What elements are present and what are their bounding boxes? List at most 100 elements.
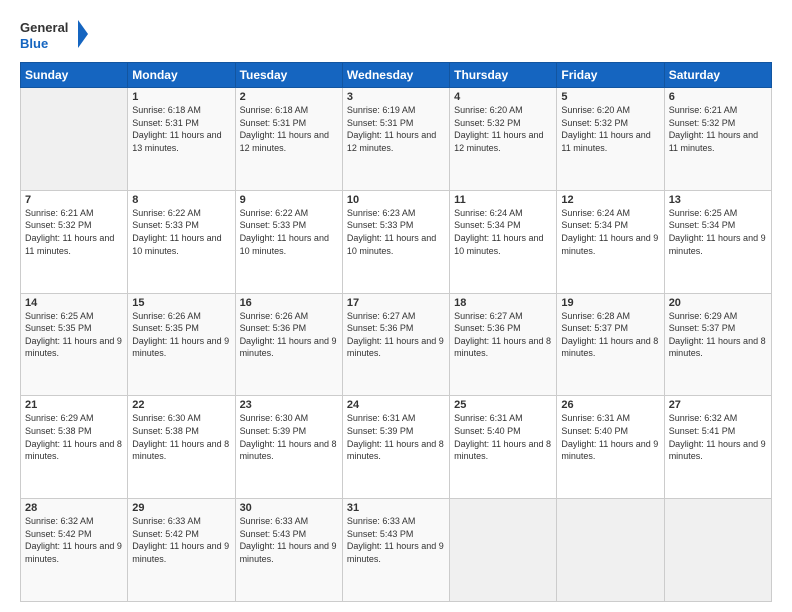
day-of-week-header: Thursday: [450, 63, 557, 88]
calendar-cell: 30Sunrise: 6:33 AMSunset: 5:43 PMDayligh…: [235, 499, 342, 602]
day-number: 22: [132, 399, 230, 411]
calendar-cell: 18Sunrise: 6:27 AMSunset: 5:36 PMDayligh…: [450, 293, 557, 396]
day-number: 29: [132, 502, 230, 514]
calendar-cell: 14Sunrise: 6:25 AMSunset: 5:35 PMDayligh…: [21, 293, 128, 396]
calendar-cell: 16Sunrise: 6:26 AMSunset: 5:36 PMDayligh…: [235, 293, 342, 396]
day-of-week-header: Wednesday: [342, 63, 449, 88]
calendar-cell: 15Sunrise: 6:26 AMSunset: 5:35 PMDayligh…: [128, 293, 235, 396]
calendar-cell: 28Sunrise: 6:32 AMSunset: 5:42 PMDayligh…: [21, 499, 128, 602]
calendar-table: SundayMondayTuesdayWednesdayThursdayFrid…: [20, 62, 772, 602]
calendar-cell: 29Sunrise: 6:33 AMSunset: 5:42 PMDayligh…: [128, 499, 235, 602]
cell-content: Sunrise: 6:26 AMSunset: 5:36 PMDaylight:…: [240, 310, 338, 360]
day-number: 28: [25, 502, 123, 514]
day-number: 1: [132, 91, 230, 103]
calendar-cell: 25Sunrise: 6:31 AMSunset: 5:40 PMDayligh…: [450, 396, 557, 499]
day-number: 6: [669, 91, 767, 103]
day-number: 14: [25, 297, 123, 309]
general-blue-logo-icon: General Blue: [20, 16, 90, 54]
day-number: 8: [132, 194, 230, 206]
calendar-cell: 17Sunrise: 6:27 AMSunset: 5:36 PMDayligh…: [342, 293, 449, 396]
calendar-cell: 24Sunrise: 6:31 AMSunset: 5:39 PMDayligh…: [342, 396, 449, 499]
day-number: 15: [132, 297, 230, 309]
cell-content: Sunrise: 6:22 AMSunset: 5:33 PMDaylight:…: [240, 207, 338, 257]
cell-content: Sunrise: 6:27 AMSunset: 5:36 PMDaylight:…: [454, 310, 552, 360]
calendar-cell: 5Sunrise: 6:20 AMSunset: 5:32 PMDaylight…: [557, 88, 664, 191]
calendar-cell: 20Sunrise: 6:29 AMSunset: 5:37 PMDayligh…: [664, 293, 771, 396]
day-number: 12: [561, 194, 659, 206]
day-number: 7: [25, 194, 123, 206]
calendar-cell: 21Sunrise: 6:29 AMSunset: 5:38 PMDayligh…: [21, 396, 128, 499]
cell-content: Sunrise: 6:27 AMSunset: 5:36 PMDaylight:…: [347, 310, 445, 360]
cell-content: Sunrise: 6:31 AMSunset: 5:39 PMDaylight:…: [347, 412, 445, 462]
calendar-cell: 26Sunrise: 6:31 AMSunset: 5:40 PMDayligh…: [557, 396, 664, 499]
cell-content: Sunrise: 6:31 AMSunset: 5:40 PMDaylight:…: [561, 412, 659, 462]
cell-content: Sunrise: 6:33 AMSunset: 5:43 PMDaylight:…: [240, 515, 338, 565]
calendar-cell: 31Sunrise: 6:33 AMSunset: 5:43 PMDayligh…: [342, 499, 449, 602]
day-number: 10: [347, 194, 445, 206]
day-number: 26: [561, 399, 659, 411]
calendar-cell: [21, 88, 128, 191]
logo: General Blue: [20, 16, 90, 54]
svg-text:Blue: Blue: [20, 36, 48, 51]
day-number: 19: [561, 297, 659, 309]
cell-content: Sunrise: 6:30 AMSunset: 5:38 PMDaylight:…: [132, 412, 230, 462]
cell-content: Sunrise: 6:30 AMSunset: 5:39 PMDaylight:…: [240, 412, 338, 462]
calendar-cell: 3Sunrise: 6:19 AMSunset: 5:31 PMDaylight…: [342, 88, 449, 191]
calendar-cell: [557, 499, 664, 602]
day-number: 23: [240, 399, 338, 411]
calendar-cell: 8Sunrise: 6:22 AMSunset: 5:33 PMDaylight…: [128, 190, 235, 293]
calendar-cell: 1Sunrise: 6:18 AMSunset: 5:31 PMDaylight…: [128, 88, 235, 191]
cell-content: Sunrise: 6:32 AMSunset: 5:42 PMDaylight:…: [25, 515, 123, 565]
day-number: 16: [240, 297, 338, 309]
cell-content: Sunrise: 6:21 AMSunset: 5:32 PMDaylight:…: [25, 207, 123, 257]
cell-content: Sunrise: 6:28 AMSunset: 5:37 PMDaylight:…: [561, 310, 659, 360]
calendar-week-row: 14Sunrise: 6:25 AMSunset: 5:35 PMDayligh…: [21, 293, 772, 396]
day-number: 11: [454, 194, 552, 206]
day-number: 13: [669, 194, 767, 206]
calendar-cell: 27Sunrise: 6:32 AMSunset: 5:41 PMDayligh…: [664, 396, 771, 499]
cell-content: Sunrise: 6:33 AMSunset: 5:43 PMDaylight:…: [347, 515, 445, 565]
calendar-week-row: 1 Sunrise: 6:18 AMSunset: 5:31 PMDaylight…: [21, 88, 772, 191]
day-number: 21: [25, 399, 123, 411]
cell-content: Sunrise: 6:22 AMSunset: 5:33 PMDaylight:…: [132, 207, 230, 257]
header: General Blue: [20, 16, 772, 54]
calendar-cell: 13Sunrise: 6:25 AMSunset: 5:34 PMDayligh…: [664, 190, 771, 293]
calendar-cell: 19Sunrise: 6:28 AMSunset: 5:37 PMDayligh…: [557, 293, 664, 396]
day-number: 4: [454, 91, 552, 103]
svg-text:General: General: [20, 20, 68, 35]
calendar-cell: 23Sunrise: 6:30 AMSunset: 5:39 PMDayligh…: [235, 396, 342, 499]
day-of-week-header: Sunday: [21, 63, 128, 88]
calendar-cell: 6Sunrise: 6:21 AMSunset: 5:32 PMDaylight…: [664, 88, 771, 191]
cell-content: Sunrise: 6:20 AMSunset: 5:32 PMDaylight:…: [454, 104, 552, 154]
cell-content: Sunrise: 6:20 AMSunset: 5:32 PMDaylight:…: [561, 104, 659, 154]
cell-content: Sunrise: 6:23 AMSunset: 5:33 PMDaylight:…: [347, 207, 445, 257]
cell-content: Sunrise: 6:25 AMSunset: 5:35 PMDaylight:…: [25, 310, 123, 360]
cell-content: Sunrise: 6:29 AMSunset: 5:37 PMDaylight:…: [669, 310, 767, 360]
cell-content: Sunrise: 6:18 AMSunset: 5:31 PMDaylight:…: [240, 104, 338, 154]
cell-content: Sunrise: 6:25 AMSunset: 5:34 PMDaylight:…: [669, 207, 767, 257]
day-number: 5: [561, 91, 659, 103]
day-of-week-header: Saturday: [664, 63, 771, 88]
day-of-week-header: Monday: [128, 63, 235, 88]
calendar-header-row: SundayMondayTuesdayWednesdayThursdayFrid…: [21, 63, 772, 88]
day-number: 2: [240, 91, 338, 103]
day-of-week-header: Friday: [557, 63, 664, 88]
cell-content: Sunrise: 6:29 AMSunset: 5:38 PMDaylight:…: [25, 412, 123, 462]
cell-content: Sunrise: 6:19 AMSunset: 5:31 PMDaylight:…: [347, 104, 445, 154]
day-number: 3: [347, 91, 445, 103]
calendar-cell: [664, 499, 771, 602]
day-number: 9: [240, 194, 338, 206]
day-number: 20: [669, 297, 767, 309]
calendar-cell: 7Sunrise: 6:21 AMSunset: 5:32 PMDaylight…: [21, 190, 128, 293]
calendar-cell: 12Sunrise: 6:24 AMSunset: 5:34 PMDayligh…: [557, 190, 664, 293]
calendar-week-row: 28Sunrise: 6:32 AMSunset: 5:42 PMDayligh…: [21, 499, 772, 602]
calendar-week-row: 7Sunrise: 6:21 AMSunset: 5:32 PMDaylight…: [21, 190, 772, 293]
day-number: 27: [669, 399, 767, 411]
day-number: 18: [454, 297, 552, 309]
cell-content: Sunrise: 6:24 AMSunset: 5:34 PMDaylight:…: [561, 207, 659, 257]
day-of-week-header: Tuesday: [235, 63, 342, 88]
day-number: 30: [240, 502, 338, 514]
calendar-cell: [450, 499, 557, 602]
cell-content: Sunrise: 6:21 AMSunset: 5:32 PMDaylight:…: [669, 104, 767, 154]
calendar-week-row: 21Sunrise: 6:29 AMSunset: 5:38 PMDayligh…: [21, 396, 772, 499]
